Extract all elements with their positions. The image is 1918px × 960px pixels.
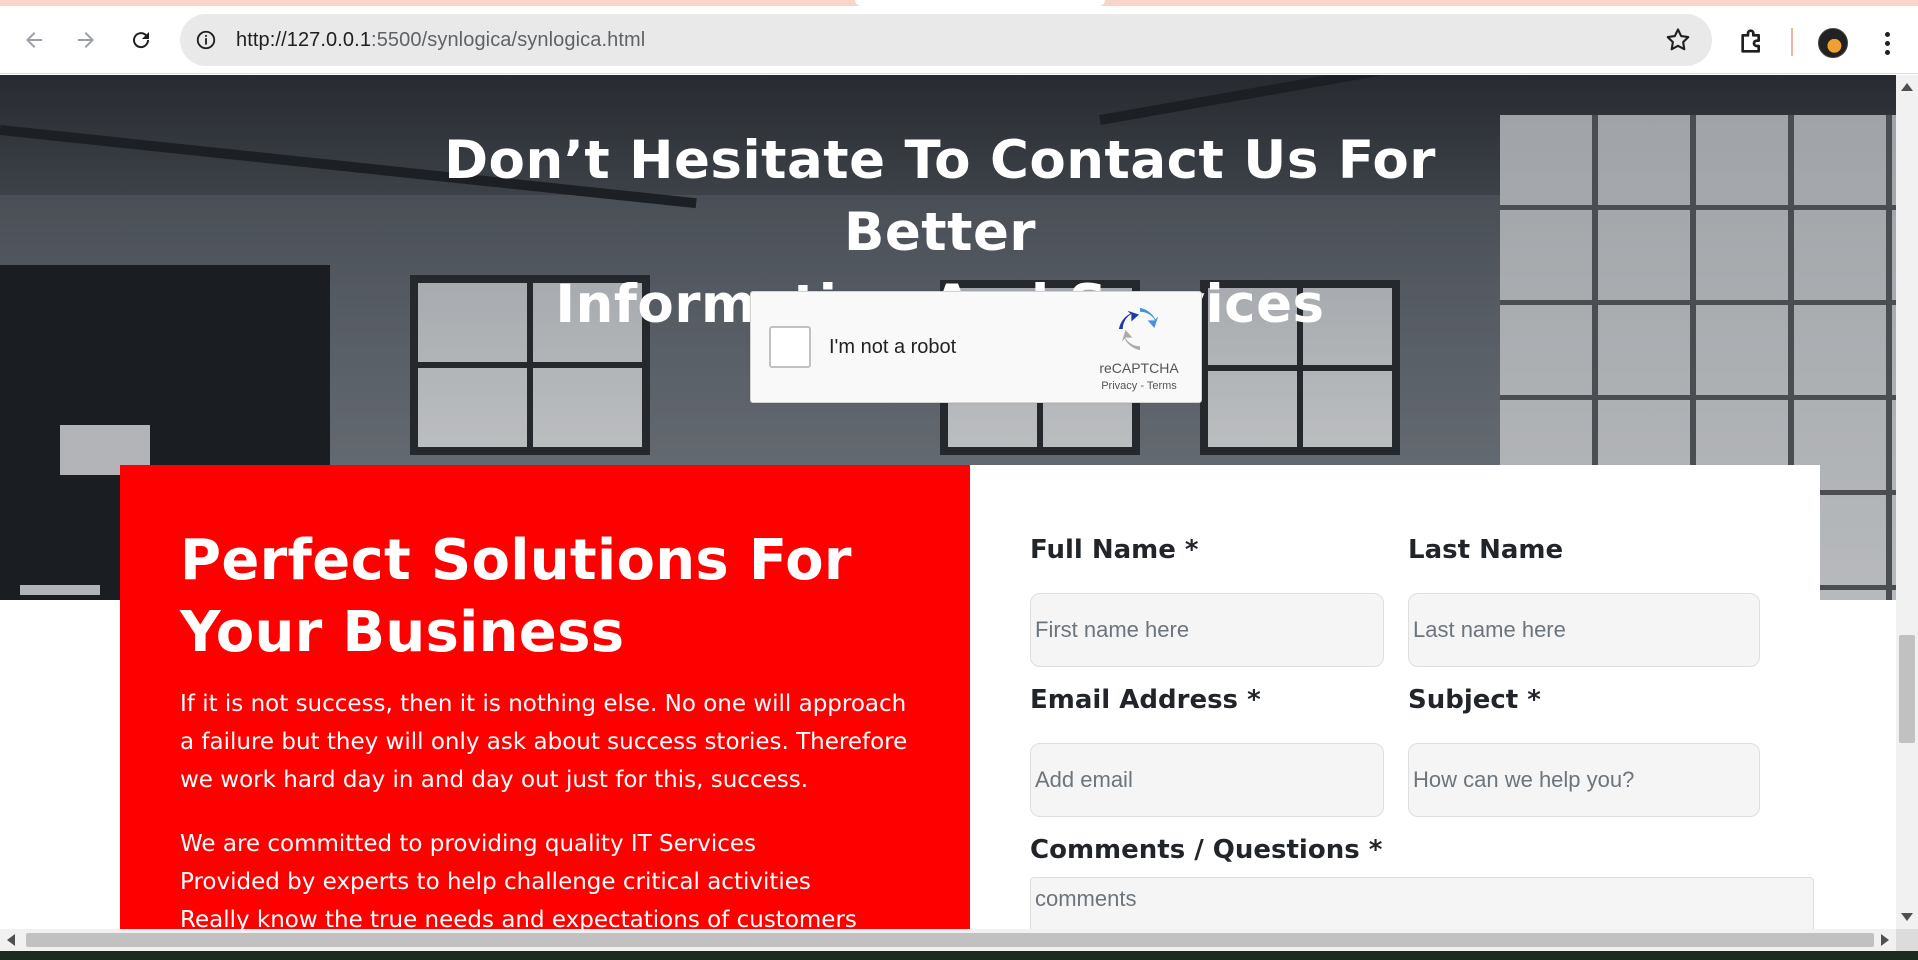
recaptcha-logo-icon: [1118, 307, 1159, 351]
recaptcha-brand: reCAPTCHA: [1099, 360, 1179, 376]
scroll-up-icon[interactable]: [1901, 83, 1913, 91]
first-name-field[interactable]: First name here: [1030, 593, 1384, 667]
page-viewport: Don’t Hesitate To Contact Us For Better …: [0, 75, 1896, 929]
solutions-panel: Perfect Solutions For Your Business If i…: [120, 465, 970, 929]
star-icon[interactable]: [1664, 26, 1692, 54]
scroll-right-icon[interactable]: [1881, 934, 1889, 946]
info-icon[interactable]: [190, 24, 222, 56]
toolbar-divider: [1791, 28, 1793, 56]
avatar[interactable]: [1818, 28, 1848, 58]
reload-button[interactable]: [121, 20, 161, 60]
url-host: http://127.0.0.1: [236, 28, 372, 51]
url-path: :5500/synlogica/synlogica.html: [371, 28, 646, 51]
browser-toolbar: http://127.0.0.1:5500/synlogica/synlogic…: [0, 6, 1918, 74]
recaptcha-terms-link[interactable]: Terms: [1147, 380, 1177, 392]
subject-field[interactable]: How can we help you?: [1408, 743, 1760, 817]
horizontal-scrollbar[interactable]: [0, 929, 1896, 951]
reload-icon: [133, 32, 150, 49]
scrollbar-corner: [1896, 929, 1918, 951]
vertical-scroll-thumb[interactable]: [1899, 635, 1915, 743]
contact-form: Full Name * First name here Last Name La…: [970, 465, 1820, 929]
recaptcha-separator: -: [1137, 380, 1147, 392]
recaptcha-label: I'm not a robot: [829, 336, 957, 358]
last-name-label: Last Name: [1408, 535, 1564, 565]
scroll-left-icon[interactable]: [7, 934, 15, 946]
comments-field[interactable]: comments: [1030, 877, 1814, 929]
solutions-list: We are committed to providing quality IT…: [180, 825, 940, 929]
puzzle-icon[interactable]: [1736, 26, 1768, 58]
taskbar-edge: [0, 951, 1918, 960]
arrow-right-icon: [78, 32, 94, 48]
back-button[interactable]: [14, 20, 54, 60]
kebab-menu-icon[interactable]: [1872, 28, 1902, 58]
solutions-paragraph: If it is not success, then it is nothing…: [180, 691, 908, 793]
recaptcha-links: Privacy - Terms: [1087, 380, 1191, 392]
recaptcha-privacy-link[interactable]: Privacy: [1101, 380, 1137, 392]
hero-title-line-1: Don’t Hesitate To Contact Us For Better: [444, 130, 1436, 263]
forward-button[interactable]: [66, 20, 106, 60]
last-name-field[interactable]: Last name here: [1408, 593, 1760, 667]
url-text[interactable]: http://127.0.0.1:5500/synlogica/synlogic…: [236, 29, 645, 52]
email-label: Email Address *: [1030, 685, 1261, 715]
solutions-heading: Perfect Solutions For Your Business: [180, 528, 852, 665]
arrow-left-icon: [26, 32, 42, 48]
subject-label: Subject *: [1408, 685, 1541, 715]
scroll-down-icon[interactable]: [1901, 913, 1913, 921]
list-item: Really know the true needs and expectati…: [180, 907, 857, 929]
list-item: Provided by experts to help challenge cr…: [180, 869, 811, 895]
full-name-label: Full Name *: [1030, 535, 1199, 565]
address-bar[interactable]: http://127.0.0.1:5500/synlogica/synlogic…: [180, 14, 1712, 66]
email-field[interactable]: Add email: [1030, 743, 1384, 817]
recaptcha-widget: I'm not a robot reCAPTCHA Privacy - Term…: [750, 291, 1202, 403]
list-item: We are committed to providing quality IT…: [180, 831, 756, 857]
recaptcha-checkbox[interactable]: [769, 326, 811, 368]
horizontal-scroll-thumb[interactable]: [26, 933, 1874, 947]
comments-label: Comments / Questions *: [1030, 835, 1383, 865]
vertical-scrollbar[interactable]: [1896, 75, 1918, 929]
